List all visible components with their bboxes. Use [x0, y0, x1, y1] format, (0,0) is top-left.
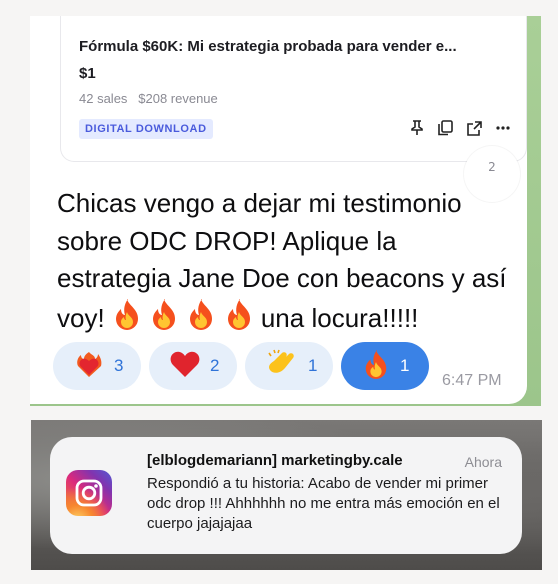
reaction-heart-on-fire[interactable]: 3: [53, 342, 141, 390]
product-type-badge: DIGITAL DOWNLOAD: [79, 119, 213, 139]
message-timestamp: 6:47 PM: [442, 372, 502, 389]
red-heart-icon: [170, 350, 200, 382]
product-card[interactable]: Fórmula $60K: Mi estrategia probada para…: [60, 16, 527, 162]
unread-count: 2: [488, 160, 496, 174]
reaction-clapping-hands[interactable]: 1: [245, 342, 333, 390]
message-text-tail: una locura!!!!!: [253, 302, 419, 333]
product-title: Fórmula $60K: Mi estrategia probada para…: [79, 38, 457, 55]
notification-time: Ahora: [464, 454, 502, 470]
fire-icon: [362, 349, 390, 383]
notification-body: Respondió a tu historia: Acabo de vender…: [147, 475, 500, 532]
product-price: $1: [79, 65, 96, 82]
copy-icon[interactable]: [438, 120, 453, 136]
instagram-notification[interactable]: [elblogdemariann] marketingby.cale Ahora…: [50, 437, 522, 554]
reaction-fire[interactable]: 1: [341, 342, 429, 390]
reaction-count: 1: [400, 356, 410, 375]
reactions-bar: 3 2 1 1: [53, 342, 429, 390]
fire-emoji: [224, 298, 254, 341]
fire-emoji: [149, 298, 179, 341]
external-link-icon[interactable]: [467, 120, 482, 136]
instagram-icon: [66, 470, 112, 516]
more-icon[interactable]: [496, 126, 510, 130]
fire-emoji: [186, 298, 216, 341]
reaction-count: 2: [210, 356, 220, 375]
product-actions: [410, 120, 510, 136]
message-text: Chicas vengo a dejar mi testimonio sobre…: [57, 185, 517, 340]
message-bubble: Fórmula $60K: Mi estrategia probada para…: [30, 16, 527, 404]
clapping-hands-icon: [266, 349, 298, 383]
reaction-red-heart[interactable]: 2: [149, 342, 237, 390]
reaction-count: 3: [114, 356, 124, 375]
heart-on-fire-icon: [74, 349, 104, 383]
notification-screenshot: [elblogdemariann] marketingby.cale Ahora…: [31, 420, 542, 570]
chat-screenshot: Fórmula $60K: Mi estrategia probada para…: [30, 16, 541, 406]
reaction-count: 1: [308, 356, 318, 375]
product-stats: 42 sales $208 revenue: [79, 91, 218, 106]
fire-emoji: [112, 298, 142, 341]
pin-icon[interactable]: [410, 120, 424, 136]
notification-title: [elblogdemariann] marketingby.cale: [147, 452, 403, 469]
